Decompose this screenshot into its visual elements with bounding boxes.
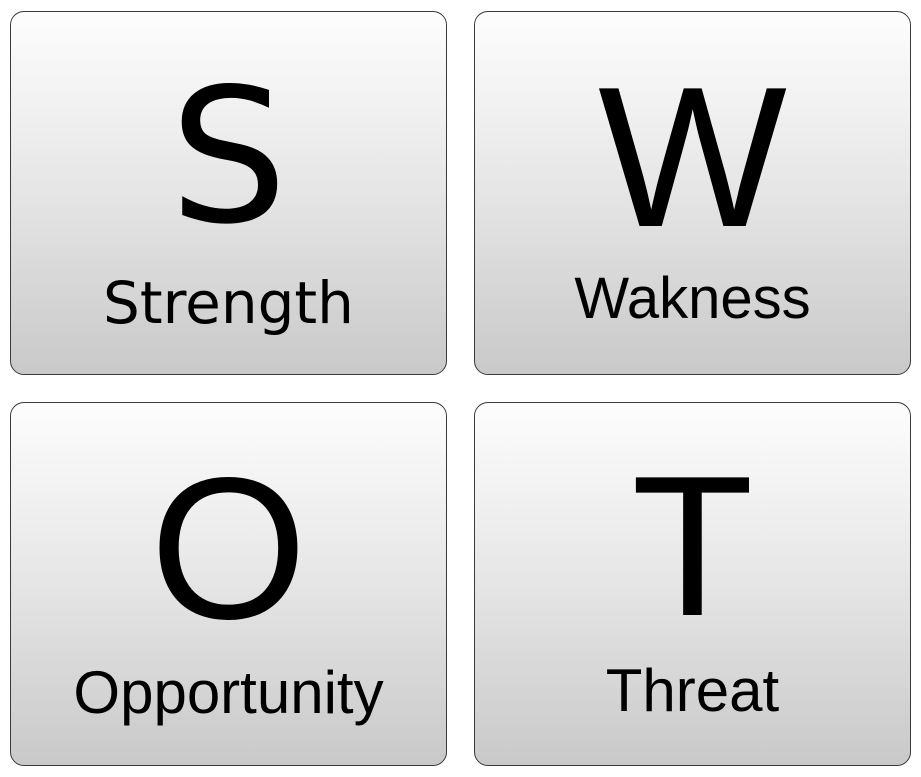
weakness-tile: W Wakness [474, 11, 911, 375]
threat-label: Threat [605, 657, 780, 724]
weakness-label: Wakness [574, 266, 811, 331]
threat-tile: T Threat [474, 402, 911, 766]
strength-label: Strength [103, 269, 354, 337]
opportunity-letter: O [149, 435, 308, 661]
opportunity-tile: O Opportunity [10, 402, 447, 766]
strength-tile: S Strength [10, 11, 447, 375]
opportunity-label: Opportunity [73, 659, 384, 726]
threat-letter: T [631, 435, 754, 658]
strength-letter: S [169, 48, 288, 265]
weakness-letter: W [598, 46, 787, 269]
